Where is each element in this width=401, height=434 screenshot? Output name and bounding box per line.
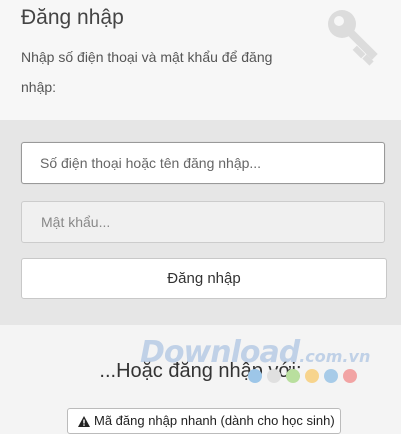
quick-login-button[interactable]: Mã đăng nhập nhanh (dành cho học sinh) (67, 408, 341, 434)
login-header: Đăng nhập Nhập số điện thoại và mật khẩu… (0, 0, 401, 120)
alternative-login: Download.com.vn ...Hoặc đăng nhập với: M… (0, 325, 401, 434)
alt-login-label: ...Hoặc đăng nhập với: (99, 360, 302, 382)
login-form: Số điện thoại hoặc tên đăng nhập... Mật … (0, 120, 401, 325)
password-input[interactable]: Mật khẩu... (21, 201, 385, 243)
quick-login-label: Mã đăng nhập nhanh (dành cho học sinh) (94, 413, 335, 428)
phone-input[interactable]: Số điện thoại hoặc tên đăng nhập... (21, 142, 385, 184)
watermark-dot (286, 369, 300, 383)
watermark-dot (267, 369, 281, 383)
watermark-dot (324, 369, 338, 383)
watermark-dot (248, 369, 262, 383)
login-button[interactable]: Đăng nhập (21, 258, 387, 299)
page-title: Đăng nhập (21, 6, 124, 29)
watermark-dot (305, 369, 319, 383)
watermark-dot (343, 369, 357, 383)
warning-icon (78, 416, 90, 428)
key-icon (328, 10, 378, 66)
page-subtitle: Nhập số điện thoại và mật khẩu để đăng n… (21, 49, 273, 95)
